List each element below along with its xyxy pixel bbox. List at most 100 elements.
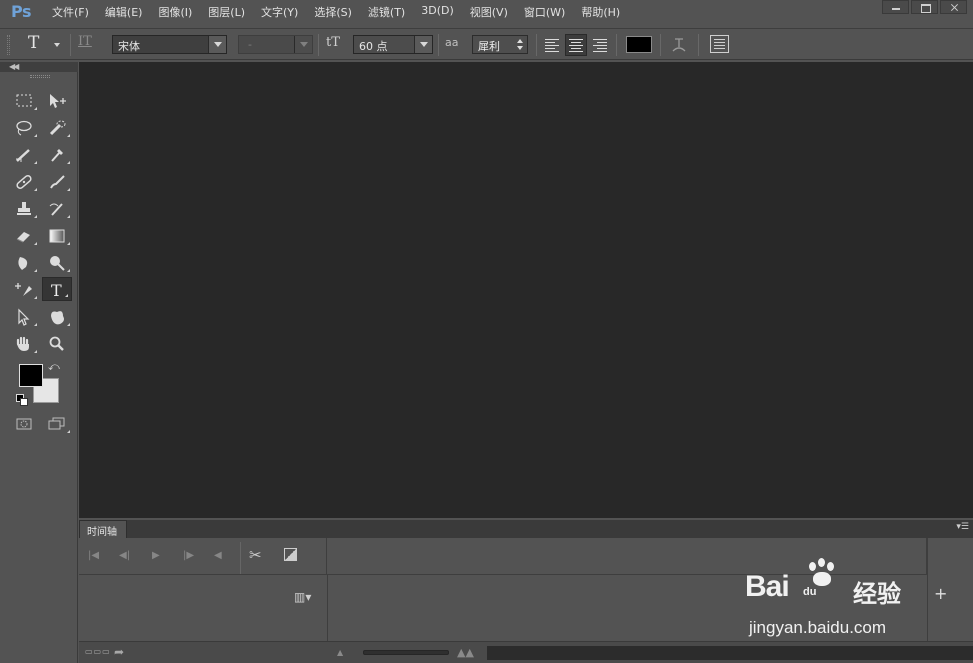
character-panel-icon[interactable]	[710, 35, 729, 53]
toolbox-header: ◀◀	[0, 62, 78, 72]
align-left-button[interactable]	[541, 34, 563, 56]
options-bar: T IT 宋体 - tT 60 点 aa 犀利	[0, 28, 973, 60]
menu-type[interactable]: 文字(Y)	[261, 4, 306, 20]
clone-stamp-tool[interactable]	[10, 197, 40, 221]
watermark-brand: Bai	[745, 570, 790, 603]
collapse-icon[interactable]: ◀◀	[9, 62, 19, 71]
split-scissors-icon[interactable]: ✂	[249, 546, 262, 564]
divider	[927, 538, 928, 641]
lasso-tool[interactable]	[10, 116, 40, 140]
separator	[660, 34, 661, 56]
foreground-color-swatch[interactable]	[19, 364, 43, 387]
move-tool[interactable]	[43, 89, 73, 113]
default-colors-icon[interactable]	[16, 394, 28, 406]
dodge-tool[interactable]	[43, 251, 73, 275]
align-center-button[interactable]	[565, 34, 587, 56]
toolbox-grip[interactable]	[30, 75, 50, 78]
custom-shape-tool[interactable]	[43, 305, 73, 329]
tool-preset-picker[interactable]: T	[24, 33, 64, 55]
quick-mask-button[interactable]	[10, 412, 40, 436]
gradient-icon	[49, 229, 65, 243]
eyedropper-tool[interactable]	[43, 143, 73, 167]
filmstrip-menu-icon[interactable]: ▥▾	[294, 590, 311, 604]
chevron-down-icon	[294, 36, 312, 53]
maximize-button[interactable]	[911, 0, 938, 14]
menu-layer[interactable]: 图层(L)	[208, 4, 253, 20]
gradient-tool[interactable]	[43, 224, 73, 248]
marquee-tool[interactable]	[10, 89, 40, 113]
history-brush-tool[interactable]	[43, 197, 73, 221]
photoshop-logo: Ps	[11, 2, 31, 21]
window-controls	[882, 0, 967, 14]
minimize-button[interactable]	[882, 0, 909, 14]
menu-window[interactable]: 窗口(W)	[524, 4, 573, 20]
crop-tool[interactable]	[10, 143, 40, 167]
close-button[interactable]	[940, 0, 967, 14]
menu-image[interactable]: 图像(I)	[158, 4, 200, 20]
previous-frame-icon[interactable]: ◀|	[119, 550, 130, 561]
eraser-tool[interactable]	[10, 224, 40, 248]
quick-selection-tool[interactable]	[43, 116, 73, 140]
menu-help[interactable]: 帮助(H)	[581, 4, 628, 20]
zoom-controls: ▲ ▲▲	[327, 642, 487, 663]
timeline-tab-row	[79, 520, 973, 538]
pen-tool[interactable]	[10, 278, 40, 302]
healing-brush-tool[interactable]	[10, 170, 40, 194]
divider	[327, 575, 328, 641]
zoom-slider[interactable]	[363, 650, 449, 655]
crop-icon	[16, 149, 30, 162]
type-icon: T	[51, 281, 62, 299]
toggle-text-orientation-icon[interactable]: IT	[78, 34, 92, 49]
move-icon	[50, 94, 66, 108]
frame-mode-icon[interactable]: ▭▭▭	[85, 647, 111, 656]
hand-icon	[16, 336, 29, 351]
quick-mask-icon	[16, 418, 32, 430]
align-right-button[interactable]	[589, 34, 611, 56]
screen-mode-button[interactable]	[43, 412, 73, 436]
transition-icon[interactable]	[284, 548, 297, 561]
play-icon[interactable]: ▶	[152, 550, 160, 561]
warp-text-icon[interactable]	[669, 35, 689, 55]
hand-tool[interactable]	[10, 332, 40, 356]
go-to-first-frame-icon[interactable]: |◀	[88, 550, 99, 561]
font-style-dropdown[interactable]: -	[238, 35, 313, 54]
type-tool[interactable]: T	[42, 277, 72, 301]
zoom-out-mountain-icon[interactable]: ▲	[337, 648, 343, 657]
chevron-down-icon	[208, 36, 226, 53]
text-color-swatch[interactable]	[626, 36, 652, 53]
menu-3d[interactable]: 3D(D)	[421, 4, 462, 20]
swap-colors-icon[interactable]: ⤺	[48, 360, 60, 374]
menu-view[interactable]: 视图(V)	[470, 4, 516, 20]
antialias-icon: aa	[445, 36, 459, 49]
eyedropper-icon	[51, 149, 63, 162]
document-canvas-area[interactable]	[79, 62, 973, 518]
type-tool-icon: T	[28, 33, 40, 53]
menu-filter[interactable]: 滤镜(T)	[368, 4, 413, 20]
watermark-brand-suffix: du	[803, 586, 817, 598]
panel-menu-icon[interactable]: ▾☰	[956, 522, 969, 532]
blur-tool[interactable]	[10, 251, 40, 275]
menu-select[interactable]: 选择(S)	[314, 4, 360, 20]
timeline-scrollbar[interactable]	[487, 646, 973, 660]
audio-icon[interactable]: ◀	[214, 550, 222, 561]
tab-timeline[interactable]: 时间轴	[79, 520, 127, 538]
brush-tool[interactable]	[43, 170, 73, 194]
font-style-value: -	[248, 38, 252, 51]
menu-edit[interactable]: 编辑(E)	[105, 4, 151, 20]
zoom-tool[interactable]	[43, 332, 73, 356]
next-frame-icon[interactable]: |▶	[183, 550, 194, 561]
font-size-dropdown[interactable]: 60 点	[353, 35, 433, 54]
zoom-in-mountain-icon[interactable]: ▲▲	[457, 646, 474, 659]
up-down-arrows-icon	[517, 39, 523, 51]
eraser-icon	[16, 232, 30, 243]
add-track-icon[interactable]: +	[934, 584, 947, 603]
magnifier-icon	[49, 336, 64, 351]
options-bar-grip[interactable]	[7, 35, 10, 55]
menu-file[interactable]: 文件(F)	[52, 4, 97, 20]
path-selection-tool[interactable]	[10, 305, 40, 329]
antialias-dropdown[interactable]: 犀利	[472, 35, 528, 54]
font-family-dropdown[interactable]: 宋体	[112, 35, 227, 54]
brush-icon	[50, 175, 65, 189]
convert-arrow-icon[interactable]: ➦	[114, 645, 124, 659]
font-size-icon: tT	[326, 35, 340, 50]
